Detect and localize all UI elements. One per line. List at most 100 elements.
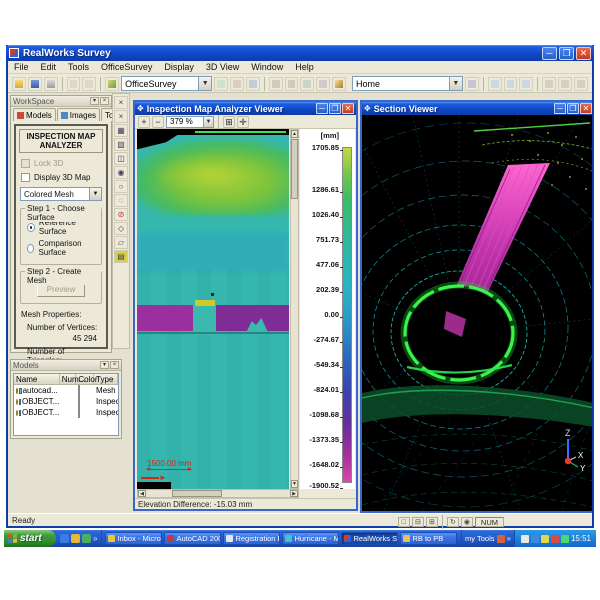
task-autocad[interactable]: AutoCAD 2002 xyxy=(164,532,221,545)
layout-single-icon[interactable]: □ xyxy=(398,517,410,527)
scrollbar-thumb[interactable] xyxy=(291,139,298,199)
task-inbox[interactable]: Inbox - Microsof... xyxy=(105,532,162,545)
column-color[interactable]: Color xyxy=(76,374,94,384)
visibility-icon[interactable] xyxy=(16,399,18,405)
task-hurricane[interactable]: Hurricane - Micro... xyxy=(282,532,339,545)
scrollbar-thumb[interactable] xyxy=(172,490,222,497)
save-icon[interactable] xyxy=(28,77,42,91)
menu-display[interactable]: Display xyxy=(158,62,200,72)
window-layout-icon[interactable] xyxy=(519,77,533,91)
workspace-panel-header[interactable]: WorkSpace ▾ × xyxy=(11,96,111,107)
models-table-header[interactable]: Name Num... Color Type xyxy=(14,374,118,385)
menu-officesurvey[interactable]: OfficeSurvey xyxy=(95,62,158,72)
section-canvas[interactable]: Z X Y xyxy=(362,115,592,511)
column-name[interactable]: Name xyxy=(14,374,60,384)
tool-icon[interactable]: ⊘ xyxy=(114,208,128,221)
close-button[interactable]: ✕ xyxy=(576,47,591,60)
zoom-combobox[interactable]: 379 % ▼ xyxy=(166,116,214,128)
tool-icon[interactable] xyxy=(230,77,244,91)
layout-split-h-icon[interactable]: ⊟ xyxy=(412,517,424,527)
tool-icon[interactable] xyxy=(316,77,330,91)
window-layout-icon[interactable] xyxy=(558,77,572,91)
start-button[interactable]: start xyxy=(4,530,56,547)
tool-icon[interactable] xyxy=(285,77,299,91)
target-icon[interactable] xyxy=(105,77,119,91)
nav-combobox[interactable]: Home ▼ xyxy=(352,76,463,91)
chevron-down-icon[interactable]: ▼ xyxy=(203,117,213,127)
tool-icon[interactable] xyxy=(300,77,314,91)
tool-icon[interactable]: × xyxy=(114,96,128,109)
tray-icon[interactable] xyxy=(551,535,559,543)
tool-icon[interactable]: × xyxy=(114,110,128,123)
layout-grid-icon[interactable]: ⊞ xyxy=(426,517,438,527)
task-rbtopb[interactable]: RB to PB xyxy=(400,532,457,545)
refresh-icon[interactable]: ↻ xyxy=(447,517,459,527)
map-horizontal-scrollbar[interactable]: ◀ ▶ xyxy=(137,489,299,498)
tool-icon[interactable]: ◫ xyxy=(114,152,128,165)
tool-icon[interactable] xyxy=(269,77,283,91)
pin-icon[interactable]: ▾ xyxy=(100,361,109,369)
menu-file[interactable]: File xyxy=(8,62,35,72)
menu-3dview[interactable]: 3D View xyxy=(200,62,245,72)
table-row[interactable]: OBJECT... Inspectio xyxy=(14,407,118,418)
maximize-button[interactable]: ❐ xyxy=(329,103,341,114)
window-layout-icon[interactable] xyxy=(574,77,588,91)
table-row[interactable]: autocad... Mesh xyxy=(14,385,118,396)
minimize-button[interactable]: ─ xyxy=(316,103,328,114)
tool-icon[interactable]: ○ xyxy=(114,180,128,193)
tool-icon[interactable]: ◉ xyxy=(114,166,128,179)
tool-icon[interactable]: ▤ xyxy=(114,250,128,263)
close-icon[interactable]: × xyxy=(110,361,119,369)
chevron-down-icon[interactable]: ▼ xyxy=(89,188,101,200)
table-row[interactable]: OBJECT... Inspectio xyxy=(14,396,118,407)
app-titlebar[interactable]: RealWorks Survey ─ ❐ ✕ xyxy=(6,45,594,61)
chevron-down-icon[interactable]: ▼ xyxy=(449,77,462,90)
close-button[interactable]: ✕ xyxy=(580,103,592,114)
tray-icon[interactable] xyxy=(561,535,569,543)
tool-icon[interactable]: ▧ xyxy=(114,138,128,151)
mode-combobox[interactable]: OfficeSurvey ▼ xyxy=(121,76,212,91)
window-layout-icon[interactable] xyxy=(542,77,556,91)
tab-models[interactable]: Models xyxy=(13,108,56,121)
menu-window[interactable]: Window xyxy=(245,62,289,72)
visibility-icon[interactable] xyxy=(16,388,18,394)
chevron-down-icon[interactable]: ▼ xyxy=(198,77,211,90)
lock3d-checkbox[interactable] xyxy=(21,159,30,168)
folder-icon[interactable] xyxy=(71,534,80,543)
scroll-up-icon[interactable]: ▲ xyxy=(291,130,298,138)
meshtype-combobox[interactable]: Colored Mesh ▼ xyxy=(20,187,102,201)
maximize-button[interactable]: ❐ xyxy=(559,47,574,60)
print-icon[interactable] xyxy=(44,77,58,91)
maximize-button[interactable]: ❐ xyxy=(567,103,579,114)
minimize-button[interactable]: ─ xyxy=(542,47,557,60)
tool-icon[interactable] xyxy=(214,77,228,91)
scroll-right-icon[interactable]: ▶ xyxy=(290,490,298,497)
minimize-button[interactable]: ─ xyxy=(554,103,566,114)
menu-tools[interactable]: Tools xyxy=(62,62,95,72)
fit-view-icon[interactable]: ⊞ xyxy=(223,116,235,128)
tab-images[interactable]: Images xyxy=(57,108,100,121)
reference-surface-radio[interactable] xyxy=(27,223,35,232)
tool-icon[interactable]: ▱ xyxy=(114,236,128,249)
tool-icon[interactable]: ▦ xyxy=(114,124,128,137)
ie-icon[interactable] xyxy=(60,534,69,543)
models-panel-header[interactable]: Models ▾ × xyxy=(11,360,121,371)
user-icon[interactable] xyxy=(465,77,479,91)
imav-titlebar[interactable]: ✥ Inspection Map Analyzer Viewer ─ ❐ ✕ xyxy=(135,102,356,115)
pin-icon[interactable]: ▾ xyxy=(90,97,99,105)
tool-shortcut-icon[interactable] xyxy=(497,535,505,543)
mytools-toolbar[interactable]: my Tools » xyxy=(461,530,514,547)
zoom-out-icon[interactable]: − xyxy=(152,116,164,128)
window-layout-icon[interactable] xyxy=(504,77,518,91)
tool-icon[interactable]: ◌ xyxy=(114,194,128,207)
scroll-down-icon[interactable]: ▼ xyxy=(291,480,298,488)
camera-icon[interactable]: ◉ xyxy=(461,517,473,527)
map-vertical-scrollbar[interactable]: ▲ ▼ xyxy=(290,129,299,489)
menu-edit[interactable]: Edit xyxy=(35,62,63,72)
zoom-in-icon[interactable]: + xyxy=(138,116,150,128)
column-type[interactable]: Type xyxy=(94,374,118,384)
close-button[interactable]: ✕ xyxy=(342,103,354,114)
close-icon[interactable]: × xyxy=(100,97,109,105)
tray-icon[interactable] xyxy=(521,535,529,543)
scroll-left-icon[interactable]: ◀ xyxy=(138,490,146,497)
